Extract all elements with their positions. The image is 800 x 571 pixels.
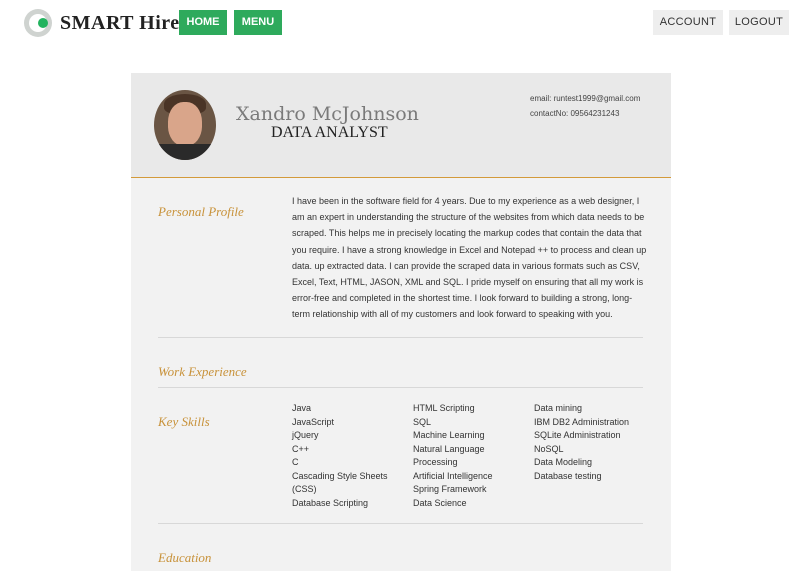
- personal-profile-text: I have been in the software field for 4 …: [292, 196, 647, 320]
- skill-item: Machine Learning: [413, 430, 485, 440]
- smart-hire-logo[interactable]: SMART Hire: [24, 8, 180, 38]
- account-button[interactable]: ACCOUNT: [653, 10, 723, 35]
- divider: [158, 523, 643, 524]
- resume-header: Xandro McJohnson DATA ANALYST email: run…: [131, 73, 671, 178]
- contact-number-text: contactNo: 09564231243: [530, 109, 620, 118]
- contact-info: email: runtest1999@gmail.com contactNo: …: [530, 91, 640, 121]
- skill-item: jQuery: [292, 430, 319, 440]
- skill-item: Database Scripting: [292, 497, 369, 508]
- skill-item: SQL: [413, 416, 432, 427]
- top-bar: SMART Hire HOME MENU ACCOUNT LOGOUT: [0, 0, 800, 45]
- section-label-education: Education: [158, 550, 212, 565]
- skill-item: C++: [292, 443, 310, 454]
- skill-item: Data Science: [413, 497, 467, 508]
- logout-button[interactable]: LOGOUT: [729, 10, 789, 35]
- skill-item: HTML Scripting: [413, 403, 475, 413]
- logo-text: SMART Hire: [60, 11, 180, 34]
- skill-item: Java: [292, 403, 312, 413]
- logo-icon: [24, 9, 52, 37]
- skill-item: C: [292, 457, 299, 467]
- skill-item: Database testing: [534, 470, 602, 481]
- skill-item: Artificial Intelligence: [413, 470, 493, 481]
- profile-name: Xandro McJohnson: [236, 103, 419, 125]
- avatar: [154, 90, 216, 160]
- skill-item: Processing: [413, 457, 458, 467]
- skill-item: (CSS): [292, 484, 317, 494]
- skill-item: Data Modeling: [534, 457, 593, 467]
- skills-column-1: Java JavaScript jQuery C++ C Cascading S…: [292, 402, 388, 510]
- skill-item: NoSQL: [534, 443, 564, 454]
- email-text: email: runtest1999@gmail.com: [530, 94, 641, 103]
- skill-item: Spring Framework: [413, 484, 487, 494]
- profile-title: DATA ANALYST: [271, 124, 388, 141]
- section-label-work-experience: Work Experience: [158, 364, 247, 379]
- menu-button[interactable]: MENU: [234, 10, 282, 35]
- divider: [158, 387, 643, 388]
- home-button[interactable]: HOME: [179, 10, 227, 35]
- skill-item: IBM DB2 Administration: [534, 416, 630, 427]
- skill-item: SQLite Administration: [534, 430, 621, 440]
- skills-column-2: HTML Scripting SQL Machine Learning Natu…: [413, 402, 493, 510]
- section-label-key-skills: Key Skills: [158, 414, 210, 429]
- resume-card: Xandro McJohnson DATA ANALYST email: run…: [131, 73, 671, 571]
- skill-item: JavaScript: [292, 416, 335, 427]
- skill-item: Data mining: [534, 403, 583, 413]
- skill-item: Natural Language: [413, 443, 485, 454]
- skill-item: Cascading Style Sheets: [292, 470, 388, 481]
- section-label-personal-profile: Personal Profile: [158, 204, 244, 219]
- skills-column-3: Data mining IBM DB2 Administration SQLit…: [534, 402, 629, 483]
- divider: [158, 337, 643, 338]
